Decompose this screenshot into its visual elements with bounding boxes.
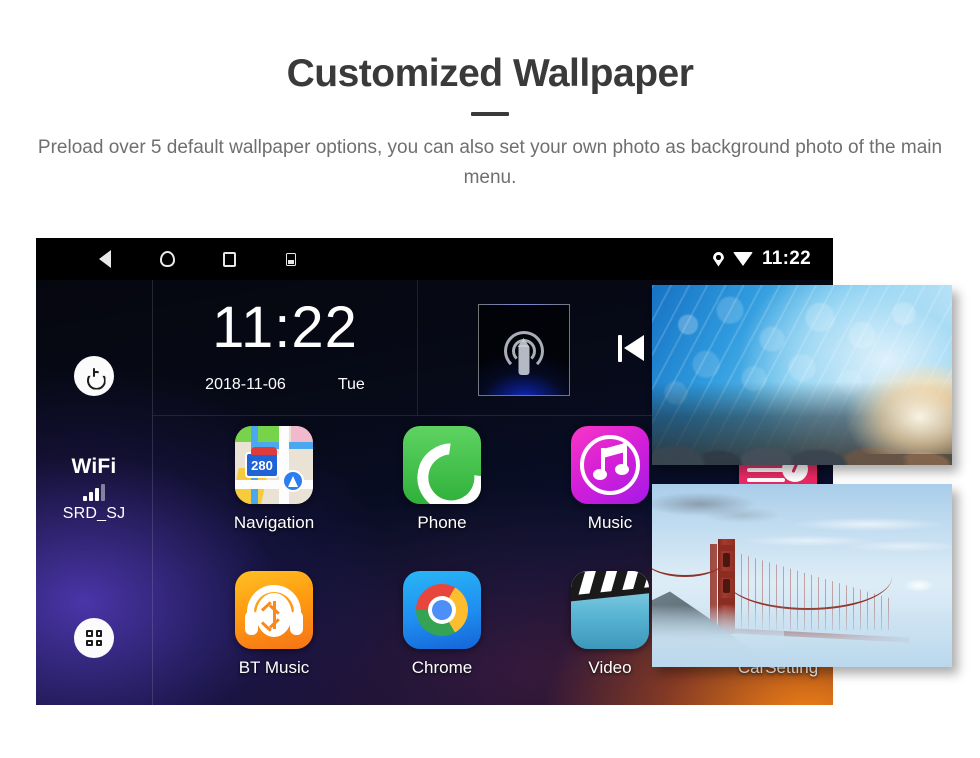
all-apps-button[interactable]	[74, 618, 114, 658]
app-chrome[interactable]: Chrome	[357, 571, 527, 678]
statusbar-clock: 11:22	[761, 248, 811, 269]
app-label: BT Music	[238, 658, 310, 677]
location-pin-icon	[712, 251, 724, 267]
power-button[interactable]	[74, 356, 114, 396]
app-label: Chrome	[411, 658, 473, 677]
wifi-ssid: SRD_SJ	[62, 505, 126, 522]
route-shield: 280	[245, 447, 279, 478]
ice-cave-wallpaper[interactable]	[652, 285, 952, 465]
radio-antenna-icon	[478, 304, 570, 396]
wifi-icon	[732, 252, 753, 266]
app-label: Phone	[417, 513, 467, 532]
page-root: Customized Wallpaper Preload over 5 defa…	[0, 0, 980, 758]
app-bt-music[interactable]: BT Music	[189, 571, 359, 678]
clock-date: 2018-11-06	[205, 376, 286, 393]
clapperboard-icon	[571, 571, 649, 649]
clock-widget[interactable]: 11:22 2018-11-06 Tue	[153, 280, 417, 415]
clock-weekday: Tue	[337, 376, 365, 393]
previous-track-icon[interactable]	[618, 332, 652, 366]
status-indicators: 11:22	[712, 238, 811, 280]
back-triangle-icon[interactable]	[94, 248, 116, 270]
apps-grid-icon	[86, 630, 102, 646]
recents-square-icon[interactable]	[218, 248, 240, 270]
wifi-label: WiFi	[71, 455, 117, 478]
signal-bars-icon	[36, 484, 152, 501]
clock-date-row: 2018-11-06 Tue	[153, 376, 417, 394]
wifi-status[interactable]: WiFi SRD_SJ	[36, 455, 152, 523]
chrome-icon	[403, 571, 481, 649]
navigation-bar	[94, 238, 302, 280]
page-subtitle: Preload over 5 default wallpaper options…	[37, 137, 943, 188]
screenshot-icon[interactable]	[280, 248, 302, 270]
page-title: Customized Wallpaper	[286, 52, 694, 95]
phone-handset-icon	[403, 426, 481, 504]
app-label: Navigation	[233, 513, 315, 532]
home-circle-icon[interactable]	[156, 248, 178, 270]
maps-icon: 280	[235, 426, 313, 504]
status-bar: 11:22	[36, 238, 833, 280]
golden-gate-bridge-wallpaper[interactable]	[652, 484, 952, 667]
app-phone[interactable]: Phone	[357, 426, 527, 533]
clock-time: 11:22	[212, 295, 358, 360]
music-note-icon	[571, 426, 649, 504]
bluetooth-headphones-icon	[235, 571, 313, 649]
title-underline	[471, 112, 509, 116]
app-navigation[interactable]: 280 Navigation	[189, 426, 359, 533]
left-rail: WiFi SRD_SJ	[36, 280, 152, 705]
power-icon	[86, 367, 103, 385]
